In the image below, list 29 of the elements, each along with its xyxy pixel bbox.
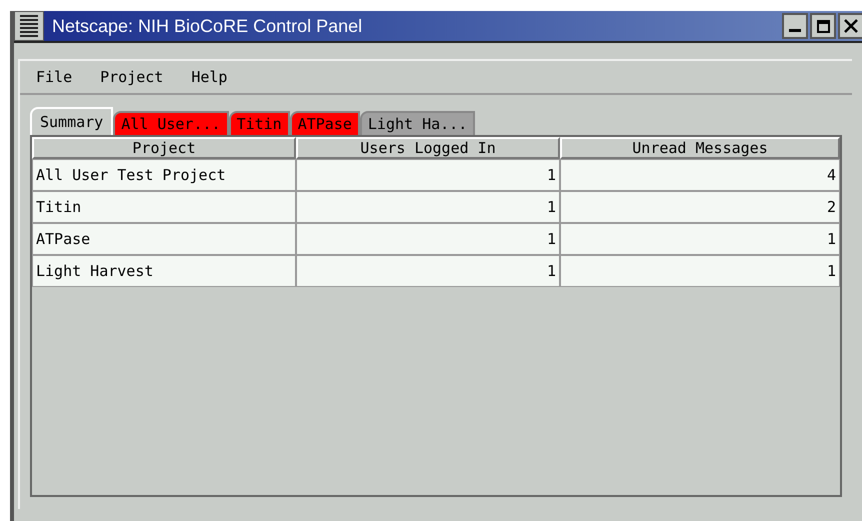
window-title: Netscape: NIH BioCoRE Control Panel — [52, 14, 364, 38]
table-cell: 1 — [296, 223, 560, 255]
tab[interactable]: All User... — [113, 111, 229, 135]
table-cell: 4 — [560, 159, 840, 191]
close-button[interactable] — [838, 13, 862, 39]
menu-item[interactable]: Project — [98, 66, 166, 88]
column-header[interactable]: Users Logged In — [296, 137, 560, 159]
minimize-button[interactable] — [782, 13, 808, 39]
tab[interactable]: Titin — [228, 111, 290, 135]
menu-item[interactable]: Help — [189, 66, 230, 88]
table-cell: Titin — [32, 191, 296, 223]
close-icon — [844, 19, 858, 33]
table-cell: 1 — [560, 223, 840, 255]
column-header[interactable]: Unread Messages — [560, 137, 840, 159]
table-cell: 2 — [560, 191, 840, 223]
table-cell: 1 — [296, 191, 560, 223]
table-cell: 1 — [296, 159, 560, 191]
table-cell: ATPase — [32, 223, 296, 255]
menu-item[interactable]: File — [34, 66, 74, 88]
tab[interactable]: Summary — [30, 107, 114, 135]
tab[interactable]: ATPase — [290, 111, 360, 135]
table-cell: 1 — [296, 255, 560, 287]
tab[interactable]: Light Ha... — [360, 111, 476, 135]
maximize-button[interactable] — [810, 13, 836, 39]
table-cell: All User Test Project — [32, 159, 296, 191]
column-header[interactable]: Project — [32, 137, 296, 159]
table-cell: 1 — [560, 255, 840, 287]
table-cell: Light Harvest — [32, 255, 296, 287]
window-menu-button[interactable] — [14, 11, 44, 41]
